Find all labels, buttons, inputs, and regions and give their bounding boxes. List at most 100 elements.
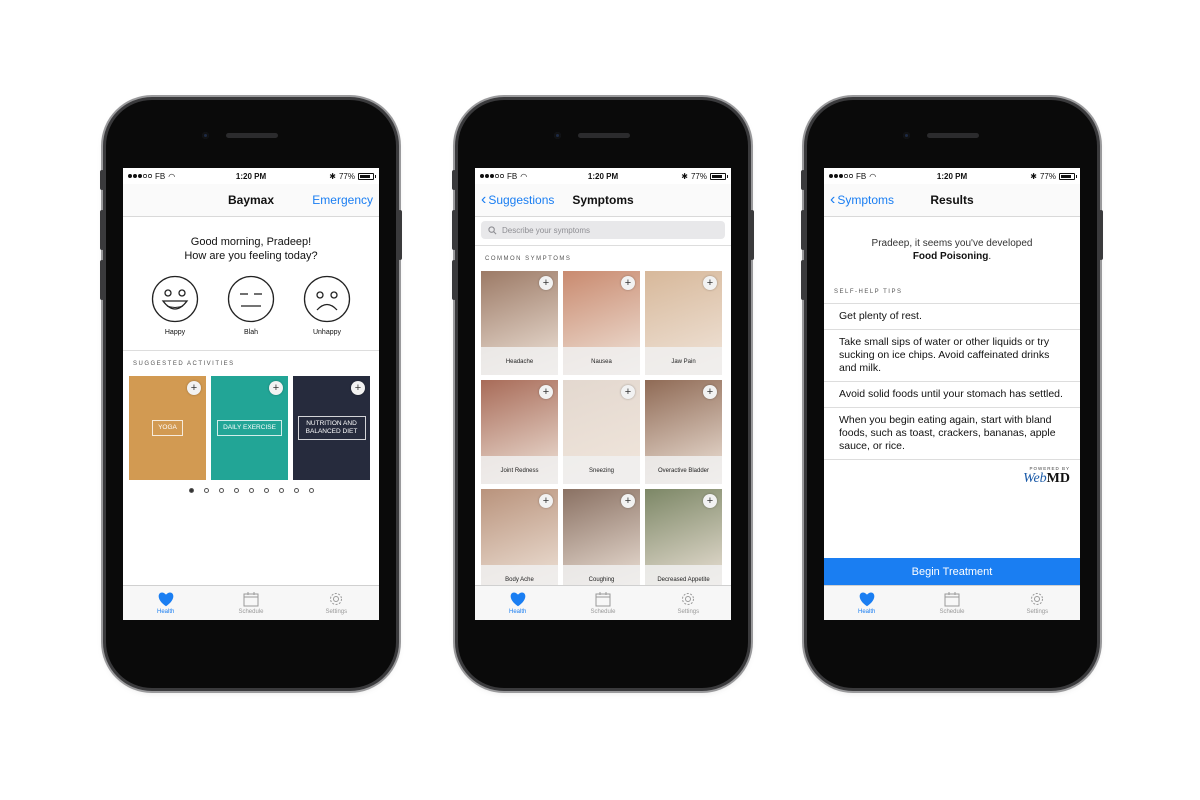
tip-item: When you begin eating again, start with … — [824, 408, 1080, 460]
page-dot — [233, 488, 239, 493]
symptom-tile[interactable]: + Headache — [481, 271, 558, 375]
mood-happy[interactable]: Happy — [151, 275, 199, 336]
tab-schedule[interactable]: Schedule — [208, 586, 293, 620]
symptom-tile[interactable]: + Nausea — [563, 271, 640, 375]
diagnosis: Food Poisoning — [912, 251, 989, 262]
add-icon[interactable]: + — [703, 385, 717, 399]
calendar-icon — [944, 592, 960, 607]
tab-label: Settings — [1026, 609, 1049, 615]
chevron-left-icon: ‹ — [481, 191, 487, 208]
add-icon[interactable]: + — [351, 381, 365, 395]
tab-schedule[interactable]: Schedule — [560, 586, 645, 620]
mood-selector: Happy Blah Unhappy — [137, 275, 365, 336]
earpiece-speaker — [226, 133, 278, 138]
activity-label: DAILY EXERCISE — [217, 420, 282, 436]
volume-down-button — [452, 260, 456, 300]
status-bar: FB ◠ 1:20 PM ✱ 77% — [475, 168, 731, 184]
calendar-icon — [595, 592, 611, 607]
symptom-tile[interactable]: + Overactive Bladder — [645, 380, 722, 484]
page-dot — [248, 488, 254, 493]
page-dot — [203, 488, 209, 493]
symptoms-screen: FB ◠ 1:20 PM ✱ 77% ‹ Suggestions Symptoms… — [475, 168, 731, 620]
activity-card-nutrition[interactable]: + NUTRITION AND BALANCED DIET — [293, 376, 370, 480]
tab-bar: Health Schedule Settings — [824, 585, 1080, 620]
result-message: Pradeep, it seems you've developed Food … — [824, 237, 1080, 263]
symptom-tile[interactable]: + Joint Redness — [481, 380, 558, 484]
add-icon[interactable]: + — [539, 385, 553, 399]
back-label: Suggestions — [488, 193, 555, 207]
status-time: 1:20 PM — [235, 171, 267, 181]
mood-blah[interactable]: Blah — [227, 275, 275, 336]
back-label: Symptoms — [837, 193, 895, 207]
webmd-logo: WebMD — [824, 471, 1070, 487]
nav-title: Results — [930, 193, 974, 207]
activity-card-yoga[interactable]: + YOGA — [129, 376, 206, 480]
tab-health[interactable]: Health — [123, 586, 208, 620]
mood-label: Unhappy — [312, 329, 342, 336]
battery-icon — [358, 172, 376, 180]
greeting-line-2: How are you feeling today? — [184, 250, 318, 262]
phone-1: FB ◠ 1:20 PM ✱ 77% Baymax Emergency Good… — [100, 100, 402, 688]
activity-carousel[interactable]: + YOGA + DAILY EXERCISE + NUTRITION AND … — [123, 376, 379, 480]
nav-bar: ‹ Symptoms Results — [824, 184, 1080, 217]
add-icon[interactable]: + — [187, 381, 201, 395]
add-icon[interactable]: + — [621, 385, 635, 399]
symptom-tile[interactable]: + Coughing — [563, 489, 640, 593]
tab-label: Schedule — [590, 609, 616, 615]
symptom-tile[interactable]: + Body Ache — [481, 489, 558, 593]
page-indicator[interactable] — [123, 488, 379, 493]
search-placeholder: Describe your symptoms — [502, 225, 591, 235]
phone-2: FB ◠ 1:20 PM ✱ 77% ‹ Suggestions Symptoms… — [452, 100, 754, 688]
tab-schedule[interactable]: Schedule — [909, 586, 994, 620]
tab-settings[interactable]: Settings — [646, 586, 731, 620]
home-screen: FB ◠ 1:20 PM ✱ 77% Baymax Emergency Good… — [123, 168, 379, 620]
symptom-grid: + Headache + Nausea + Jaw Pain + Joint Redness +… — [475, 271, 731, 593]
symptom-label: Sneezing — [563, 456, 640, 484]
heart-icon — [859, 592, 874, 607]
add-icon[interactable]: + — [539, 494, 553, 508]
back-button[interactable]: ‹ Symptoms — [830, 192, 895, 208]
symptom-tile[interactable]: + Decreased Appetite — [645, 489, 722, 593]
begin-treatment-button[interactable]: Begin Treatment — [824, 558, 1080, 586]
emergency-button[interactable]: Emergency — [312, 193, 373, 207]
tab-settings[interactable]: Settings — [294, 586, 379, 620]
page-dot — [278, 488, 284, 493]
add-icon[interactable]: + — [703, 494, 717, 508]
nav-bar: Baymax Emergency — [123, 184, 379, 217]
sad-face-icon — [303, 275, 351, 323]
search-input[interactable]: Describe your symptoms — [481, 221, 725, 239]
add-icon[interactable]: + — [539, 276, 553, 290]
symptom-tile[interactable]: + Sneezing — [563, 380, 640, 484]
suggested-section: SUGGESTED ACTIVITIES + YOGA + DAILY EXER… — [123, 350, 379, 493]
tab-label: Health — [857, 609, 876, 615]
add-icon[interactable]: + — [621, 276, 635, 290]
add-icon[interactable]: + — [703, 276, 717, 290]
tab-health[interactable]: Health — [824, 586, 909, 620]
symptom-tile[interactable]: + Jaw Pain — [645, 271, 722, 375]
symptom-label: Jaw Pain — [645, 347, 722, 375]
symptom-label: Joint Redness — [481, 456, 558, 484]
volume-up-button — [452, 210, 456, 250]
tab-label: Health — [156, 609, 175, 615]
battery-icon — [1059, 172, 1077, 180]
mood-unhappy[interactable]: Unhappy — [303, 275, 351, 336]
power-button — [1099, 210, 1103, 260]
tab-health[interactable]: Health — [475, 586, 560, 620]
symptom-label: Headache — [481, 347, 558, 375]
tip-item: Take small sips of water or other liquid… — [824, 330, 1080, 382]
nav-bar: ‹ Suggestions Symptoms — [475, 184, 731, 217]
status-bar: FB ◠ 1:20 PM ✱ 77% — [123, 168, 379, 184]
status-time: 1:20 PM — [587, 171, 619, 181]
tab-settings[interactable]: Settings — [995, 586, 1080, 620]
heart-icon — [510, 592, 525, 607]
mute-switch — [801, 170, 805, 190]
add-icon[interactable]: + — [269, 381, 283, 395]
search-icon — [488, 225, 497, 234]
webmd-badge: POWERED BY WebMD — [824, 460, 1080, 487]
status-bar: FB ◠ 1:20 PM ✱ 77% — [824, 168, 1080, 184]
add-icon[interactable]: + — [621, 494, 635, 508]
result-prefix: Pradeep, it seems you've developed — [871, 238, 1033, 249]
front-camera — [554, 132, 561, 139]
activity-card-exercise[interactable]: + DAILY EXERCISE — [211, 376, 288, 480]
back-button[interactable]: ‹ Suggestions — [481, 191, 555, 208]
